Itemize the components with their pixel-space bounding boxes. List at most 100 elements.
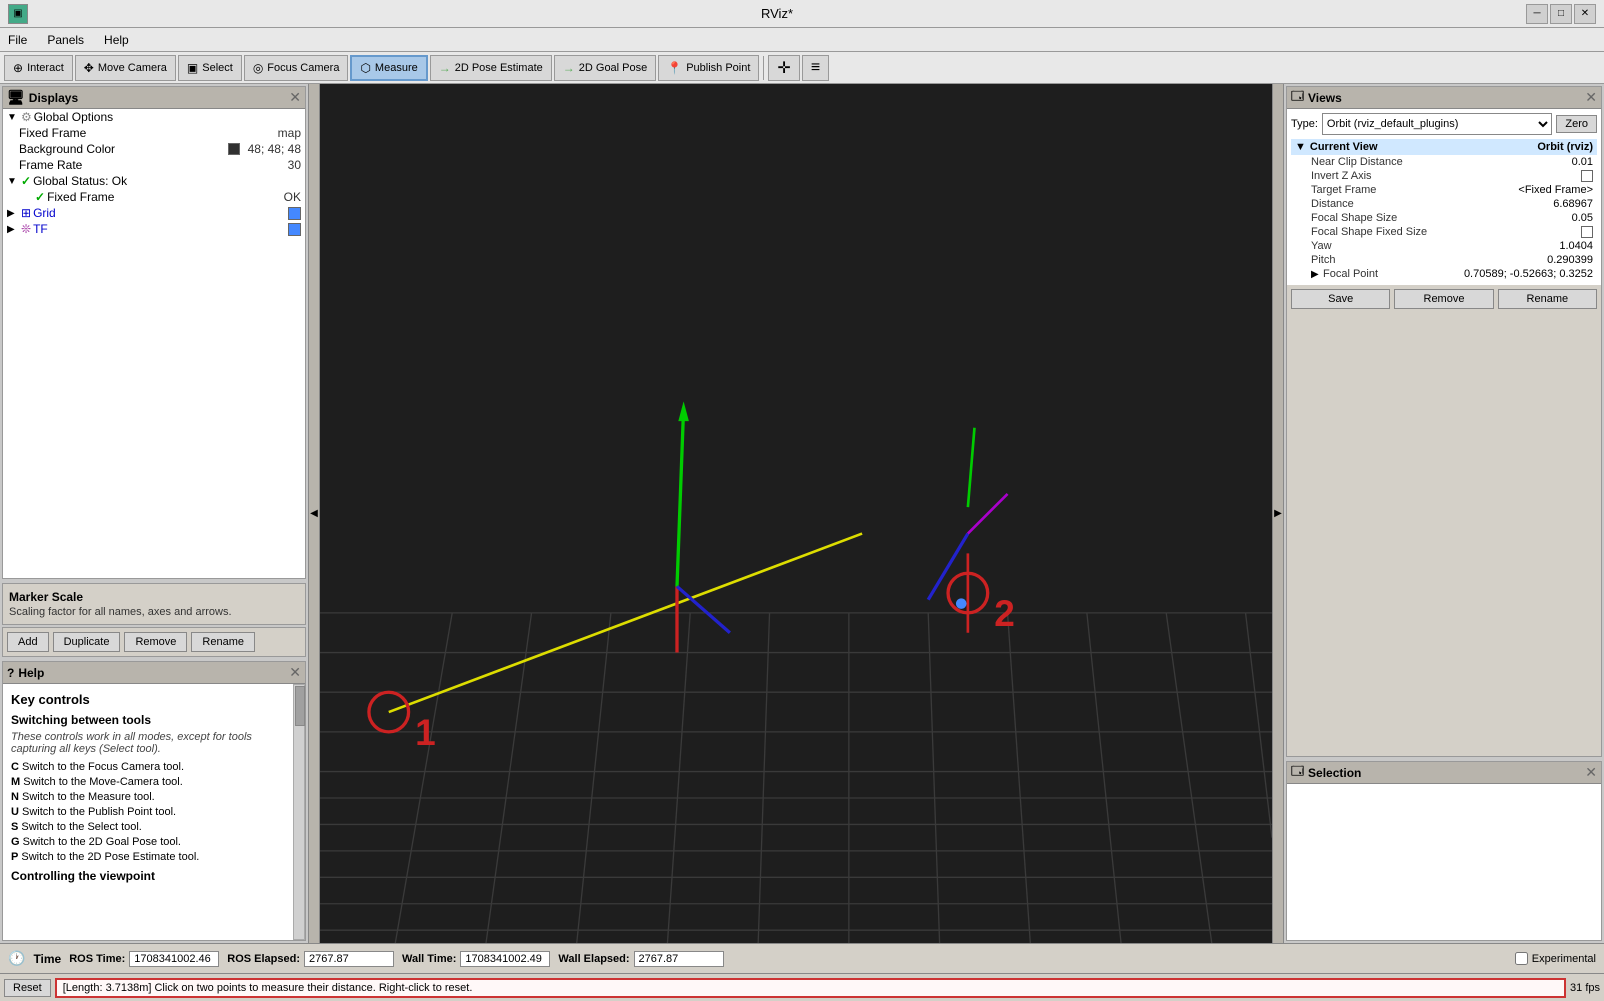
views-panel-title: 🗔 Views xyxy=(1291,87,1342,108)
toolbar-separator xyxy=(763,56,764,80)
2d-goal-pose-tool-button[interactable]: → 2D Goal Pose xyxy=(554,55,656,81)
tf-row[interactable]: ▶ ❊ TF xyxy=(3,221,305,237)
2d-goal-pose-icon: → xyxy=(563,61,575,75)
minimize-button[interactable]: ─ xyxy=(1526,4,1548,24)
fixed-frame-row[interactable]: Fixed Frame map xyxy=(3,125,305,141)
current-view-expand[interactable]: ▼ xyxy=(1295,141,1306,153)
viewport[interactable]: 1 2 xyxy=(320,84,1272,943)
remove-display-button[interactable]: Remove xyxy=(124,632,187,652)
tf-expand[interactable]: ▶ xyxy=(7,224,19,235)
svg-text:1: 1 xyxy=(415,711,436,753)
current-view-header: ▼ Current View Orbit (rviz) xyxy=(1291,139,1597,155)
displays-close-button[interactable]: ✕ xyxy=(289,89,301,106)
background-color-swatch xyxy=(228,143,240,155)
right-collapse-handle[interactable]: ▶ xyxy=(1272,84,1284,943)
views-save-button[interactable]: Save xyxy=(1291,289,1390,309)
menu-file[interactable]: File xyxy=(4,31,31,49)
rename-display-button[interactable]: Rename xyxy=(191,632,255,652)
global-options-expand[interactable]: ▼ xyxy=(7,112,19,123)
displays-content: ▼ ⚙ Global Options Fixed Frame map Backg… xyxy=(3,109,305,578)
current-view-label: Current View xyxy=(1310,141,1378,153)
view-prop-focal-shape-size-value: 0.05 xyxy=(1572,212,1593,224)
views-rename-button[interactable]: Rename xyxy=(1498,289,1597,309)
wall-time-label: Wall Time: xyxy=(402,953,456,965)
status-message: [Length: 3.7138m] Click on two points to… xyxy=(55,978,1566,998)
help-scrollbar[interactable] xyxy=(293,684,305,940)
wall-elapsed-value: 2767.87 xyxy=(634,951,724,967)
duplicate-display-button[interactable]: Duplicate xyxy=(53,632,121,652)
view-prop-focal-shape-size: Focal Shape Size 0.05 xyxy=(1291,211,1597,225)
experimental-label: Experimental xyxy=(1532,953,1596,965)
add-display-button[interactable]: Add xyxy=(7,632,49,652)
view-prop-yaw-name: Yaw xyxy=(1311,240,1559,252)
help-scrollbar-thumb[interactable] xyxy=(295,686,305,726)
help-key-m: M Switch to the Move-Camera tool. xyxy=(11,776,285,788)
experimental-area: Experimental xyxy=(1515,952,1596,965)
reset-button[interactable]: Reset xyxy=(4,979,51,997)
help-switching-title: Switching between tools xyxy=(11,713,285,727)
frame-rate-row[interactable]: Frame Rate 30 xyxy=(3,157,305,173)
view-prop-pitch-name: Pitch xyxy=(1311,254,1547,266)
move-camera-tool-button[interactable]: ✥ Move Camera xyxy=(75,55,176,81)
view-prop-focal-point-value: 0.70589; -0.52663; 0.3252 xyxy=(1464,268,1593,280)
menu-help[interactable]: Help xyxy=(100,31,133,49)
views-remove-button[interactable]: Remove xyxy=(1394,289,1493,309)
measure-tool-button[interactable]: ⬡ Measure xyxy=(350,55,427,81)
global-status-row[interactable]: ▼ ✓ Global Status: Ok xyxy=(3,173,305,189)
view-prop-yaw-value: 1.0404 xyxy=(1559,240,1593,252)
selection-close-button[interactable]: ✕ xyxy=(1585,764,1597,781)
grid-expand[interactable]: ▶ xyxy=(7,208,19,219)
views-type-select[interactable]: Orbit (rviz_default_plugins) xyxy=(1322,113,1552,135)
menu-bar: File Panels Help xyxy=(0,28,1604,52)
help-panel: ? Help ✕ Key controls Switching between … xyxy=(2,661,306,941)
view-prop-focal-shape-fixed: Focal Shape Fixed Size xyxy=(1291,225,1597,239)
global-status-fixed-frame-row[interactable]: ✓ Fixed Frame OK xyxy=(3,189,305,205)
views-panel: 🗔 Views ✕ Type: Orbit (rviz_default_plug… xyxy=(1286,86,1602,757)
displays-icon: 🖥 xyxy=(7,89,25,106)
views-close-button[interactable]: ✕ xyxy=(1585,89,1597,106)
selection-panel: 🗔 Selection ✕ xyxy=(1286,761,1602,941)
help-close-button[interactable]: ✕ xyxy=(289,664,301,681)
view-prop-target-frame-name: Target Frame xyxy=(1311,184,1518,196)
views-title-text: Views xyxy=(1308,91,1342,105)
publish-point-icon: 📍 xyxy=(667,61,682,75)
background-color-row[interactable]: Background Color 48; 48; 48 xyxy=(3,141,305,157)
view-prop-focal-expand[interactable]: ▶ xyxy=(1311,269,1323,280)
menu-panels[interactable]: Panels xyxy=(43,31,88,49)
ros-time-label: ROS Time: xyxy=(69,953,125,965)
ros-elapsed-section: ROS Elapsed: 2767.87 xyxy=(227,951,394,967)
help-key-controls-title: Key controls xyxy=(11,692,285,707)
global-options-row[interactable]: ▼ ⚙ Global Options xyxy=(3,109,305,125)
frame-rate-label: Frame Rate xyxy=(19,158,282,172)
measure-icon: ⬡ xyxy=(360,61,370,75)
select-tool-button[interactable]: ▣ Select xyxy=(178,55,242,81)
global-status-expand[interactable]: ▼ xyxy=(7,176,19,187)
title-bar-icon: ▣ xyxy=(8,4,28,24)
toolbar-extra-button[interactable]: ≡ xyxy=(802,55,829,81)
view-prop-invert-z-checkbox[interactable] xyxy=(1581,170,1593,182)
views-panel-header: 🗔 Views ✕ xyxy=(1287,87,1601,109)
maximize-button[interactable]: □ xyxy=(1550,4,1572,24)
views-zero-button[interactable]: Zero xyxy=(1556,115,1597,133)
interact-label: Interact xyxy=(27,62,64,74)
grid-icon: ⊞ xyxy=(21,206,31,220)
measure-label: Measure xyxy=(375,62,418,74)
global-status-ff-tick: ✓ xyxy=(35,190,45,204)
wall-elapsed-label: Wall Elapsed: xyxy=(558,953,629,965)
view-prop-pitch: Pitch 0.290399 xyxy=(1291,253,1597,267)
viewport-canvas: 1 2 xyxy=(320,84,1272,943)
grid-row[interactable]: ▶ ⊞ Grid xyxy=(3,205,305,221)
interact-tool-button[interactable]: ⊕ Interact xyxy=(4,55,73,81)
2d-pose-estimate-tool-button[interactable]: → 2D Pose Estimate xyxy=(430,55,552,81)
close-button[interactable]: ✕ xyxy=(1574,4,1596,24)
tf-checkbox[interactable] xyxy=(288,223,301,236)
grid-checkbox[interactable] xyxy=(288,207,301,220)
focus-camera-tool-button[interactable]: ◎ Focus Camera xyxy=(244,55,349,81)
select-icon: ▣ xyxy=(187,61,198,75)
help-viewpoint-title: Controlling the viewpoint xyxy=(11,869,285,883)
add-display-button[interactable]: ✛ xyxy=(768,55,799,81)
experimental-checkbox[interactable] xyxy=(1515,952,1528,965)
view-prop-focal-shape-fixed-checkbox[interactable] xyxy=(1581,226,1593,238)
left-collapse-handle[interactable]: ◀ xyxy=(308,84,320,943)
publish-point-tool-button[interactable]: 📍 Publish Point xyxy=(658,55,759,81)
